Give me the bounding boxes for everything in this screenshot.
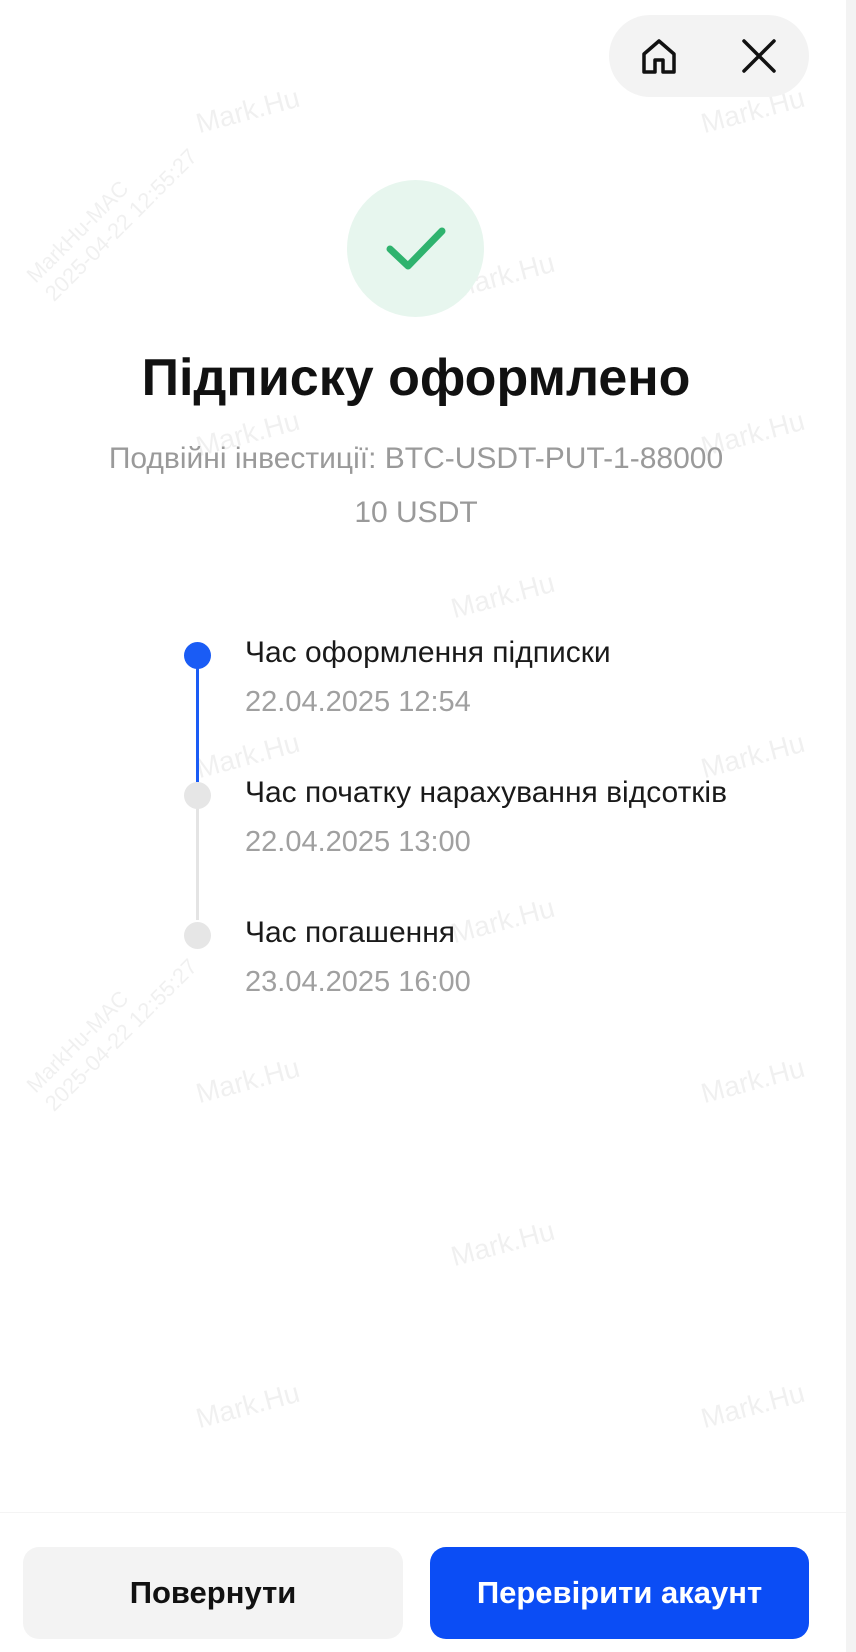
- page-title: Підписку оформлено: [141, 349, 691, 407]
- home-icon: [642, 39, 676, 74]
- timeline-step-time: 22.04.2025 12:54: [245, 686, 471, 718]
- timeline-step-time: 22.04.2025 13:00: [245, 826, 471, 858]
- subscription-amount: 10 USDT: [354, 496, 478, 529]
- scroll-edge: [846, 0, 856, 1652]
- top-actions-pill: [609, 15, 809, 97]
- checkmark-icon: [386, 227, 445, 269]
- close-button[interactable]: [731, 28, 787, 84]
- timeline-dot-pending: [184, 782, 211, 809]
- subscription-success-screen: Mark.Hu Mark.Hu Mark.Hu Mark.Hu Mark.Hu …: [0, 0, 856, 1652]
- timeline-step-label: Час початку нарахування відсотків: [245, 776, 728, 809]
- check-account-button[interactable]: Перевірити акаунт: [430, 1547, 809, 1639]
- watermark-text: Mark.Hu: [192, 1376, 303, 1435]
- timeline-step-label: Час погашення: [245, 916, 456, 949]
- success-badge: [347, 180, 484, 317]
- timeline-dot-pending: [184, 922, 211, 949]
- timeline-step-time: 23.04.2025 16:00: [245, 966, 471, 998]
- watermark-text: Mark.Hu: [447, 1214, 558, 1273]
- timeline-dot-active: [184, 642, 211, 669]
- bottom-action-bar: Повернути Перевірити акаунт: [0, 1512, 846, 1652]
- timeline-step: Час початку нарахування відсотків 22.04.…: [170, 770, 810, 870]
- watermark-text: Mark.Hu: [697, 1051, 808, 1110]
- product-name: Подвійні інвестиції: BTC-USDT-PUT-1-8800…: [108, 442, 724, 475]
- back-button[interactable]: Повернути: [23, 1547, 403, 1639]
- home-button[interactable]: [631, 28, 687, 84]
- watermark-text: Mark.Hu: [447, 566, 558, 625]
- order-summary: Подвійні інвестиції: BTC-USDT-PUT-1-8800…: [40, 432, 792, 540]
- watermark-text: Mark.Hu: [192, 1051, 303, 1110]
- close-icon: [742, 39, 776, 73]
- timeline-step-label: Час оформлення підписки: [245, 636, 611, 669]
- watermark-text: Mark.Hu: [697, 1376, 808, 1435]
- timeline-step: Час оформлення підписки 22.04.2025 12:54: [170, 630, 810, 730]
- watermark-device: MarkHu-MAC 2025-04-22 12:55:27: [21, 143, 203, 306]
- watermark-text: Mark.Hu: [192, 81, 303, 140]
- timeline-step: Час погашення 23.04.2025 16:00: [170, 910, 810, 1010]
